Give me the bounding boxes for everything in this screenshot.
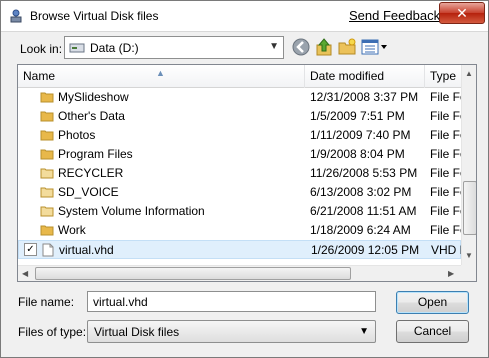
row-checkbox[interactable]: ✓ bbox=[24, 243, 37, 256]
file-list[interactable]: Name ▲ Date modified Type MySlideshow 12/… bbox=[17, 64, 477, 282]
column-header-type[interactable]: Type bbox=[425, 65, 465, 88]
look-in-dropdown[interactable]: Data (D:) ▼ bbox=[64, 36, 284, 59]
scroll-down-icon[interactable]: ▼ bbox=[465, 251, 473, 260]
row-name: Program Files bbox=[58, 147, 133, 161]
row-name: SD_VOICE bbox=[58, 185, 119, 199]
up-folder-icon[interactable] bbox=[314, 37, 334, 57]
drive-icon bbox=[69, 43, 85, 53]
table-row[interactable]: ✓ virtual.vhd 1/26/2009 12:05 PM VHD F bbox=[18, 240, 462, 259]
look-in-label: Look in: bbox=[20, 42, 63, 56]
table-row[interactable]: Photos 1/11/2009 7:40 PM File Fo bbox=[18, 126, 461, 145]
row-name: virtual.vhd bbox=[59, 243, 114, 257]
vertical-scroll-thumb[interactable] bbox=[463, 181, 476, 235]
views-menu-icon[interactable] bbox=[360, 37, 388, 57]
look-in-value: Data (D:) bbox=[90, 41, 139, 55]
files-of-type-label: Files of type: bbox=[18, 325, 87, 339]
table-row[interactable]: Work 1/18/2009 6:24 AM File Fo bbox=[18, 221, 461, 240]
folder-icon bbox=[40, 92, 54, 103]
send-feedback-link[interactable]: Send Feedback bbox=[349, 8, 440, 23]
folder-icon bbox=[40, 187, 54, 198]
row-name: Other's Data bbox=[58, 109, 125, 123]
back-icon[interactable] bbox=[291, 37, 311, 57]
folder-icon bbox=[40, 111, 54, 122]
column-header-name[interactable]: Name ▲ bbox=[18, 65, 305, 88]
row-name: Photos bbox=[58, 128, 96, 142]
row-type: File Fo bbox=[430, 204, 461, 218]
row-type: File Fo bbox=[430, 147, 461, 161]
table-row[interactable]: RECYCLER 11/26/2008 5:53 PM File Fo bbox=[18, 164, 461, 183]
file-icon bbox=[42, 243, 54, 257]
file-list-rows: MySlideshow12/31/2008 3:37 PMFile FoOthe… bbox=[18, 88, 462, 259]
folder-icon bbox=[40, 225, 54, 236]
window-title: Browse Virtual Disk files bbox=[30, 9, 159, 23]
row-type: File Fo bbox=[430, 90, 461, 104]
row-type: VHD F bbox=[431, 243, 462, 257]
row-date: 1/9/2008 8:04 PM bbox=[310, 147, 405, 161]
scroll-left-icon[interactable]: ◀ bbox=[22, 269, 28, 278]
row-type: File Fo bbox=[430, 128, 461, 142]
row-date: 12/31/2008 3:37 PM bbox=[310, 90, 419, 104]
horizontal-scrollbar[interactable]: ◀ ▶ bbox=[18, 265, 461, 281]
row-type: File Fo bbox=[430, 185, 461, 199]
row-date: 1/18/2009 6:24 AM bbox=[310, 223, 411, 237]
row-date: 1/11/2009 7:40 PM bbox=[310, 128, 411, 142]
row-date: 11/26/2008 5:53 PM bbox=[310, 166, 418, 180]
row-name: Work bbox=[58, 223, 86, 237]
vertical-scrollbar[interactable]: ▲ ▼ bbox=[461, 65, 476, 265]
table-row[interactable]: SD_VOICE 6/13/2008 3:02 PM File Fo bbox=[18, 183, 461, 202]
column-header-date-modified[interactable]: Date modified bbox=[305, 65, 425, 88]
file-list-header: Name ▲ Date modified Type bbox=[18, 65, 465, 88]
cancel-button[interactable]: Cancel bbox=[396, 320, 469, 343]
table-row[interactable]: Program Files 1/9/2008 8:04 PM File Fo bbox=[18, 145, 461, 164]
close-button[interactable]: ✕ bbox=[439, 2, 485, 24]
title-bar: Browse Virtual Disk files Send Feedback … bbox=[1, 1, 488, 32]
virtual-disk-app-icon bbox=[10, 9, 22, 23]
row-date: 1/26/2009 12:05 PM bbox=[311, 243, 420, 257]
sort-ascending-icon: ▲ bbox=[156, 68, 165, 78]
folder-icon bbox=[40, 130, 54, 141]
row-date: 6/21/2008 11:51 AM bbox=[310, 204, 417, 218]
browse-dialog: Browse Virtual Disk files Send Feedback … bbox=[0, 0, 489, 358]
scroll-up-icon[interactable]: ▲ bbox=[465, 69, 473, 78]
file-name-label: File name: bbox=[18, 295, 75, 309]
new-folder-icon[interactable] bbox=[337, 37, 357, 57]
row-name: MySlideshow bbox=[58, 90, 129, 104]
folder-icon bbox=[40, 206, 54, 217]
folder-icon bbox=[40, 149, 54, 160]
table-row[interactable]: MySlideshow 12/31/2008 3:37 PM File Fo bbox=[18, 88, 461, 107]
row-type: File Fo bbox=[430, 109, 461, 123]
row-name: RECYCLER bbox=[58, 166, 124, 180]
folder-icon bbox=[40, 168, 54, 179]
row-type: File Fo bbox=[430, 223, 461, 237]
file-name-input[interactable] bbox=[87, 291, 376, 312]
open-button[interactable]: Open bbox=[396, 291, 469, 314]
scroll-right-icon[interactable]: ▶ bbox=[448, 269, 454, 278]
row-name: System Volume Information bbox=[58, 204, 205, 218]
table-row[interactable]: Other's Data 1/5/2009 7:51 PM File Fo bbox=[18, 107, 461, 126]
files-of-type-value: Virtual Disk files bbox=[94, 325, 180, 339]
table-row[interactable]: System Volume Information 6/21/2008 11:51… bbox=[18, 202, 461, 221]
files-of-type-select[interactable]: Virtual Disk files ▼ bbox=[87, 320, 376, 343]
chevron-down-icon: ▼ bbox=[269, 41, 279, 52]
horizontal-scroll-thumb[interactable] bbox=[35, 267, 351, 280]
row-date: 6/13/2008 3:02 PM bbox=[310, 185, 412, 199]
row-date: 1/5/2009 7:51 PM bbox=[310, 109, 405, 123]
scrollbar-corner bbox=[461, 265, 476, 281]
row-type: File Fo bbox=[430, 166, 461, 180]
chevron-down-icon: ▼ bbox=[359, 326, 369, 337]
